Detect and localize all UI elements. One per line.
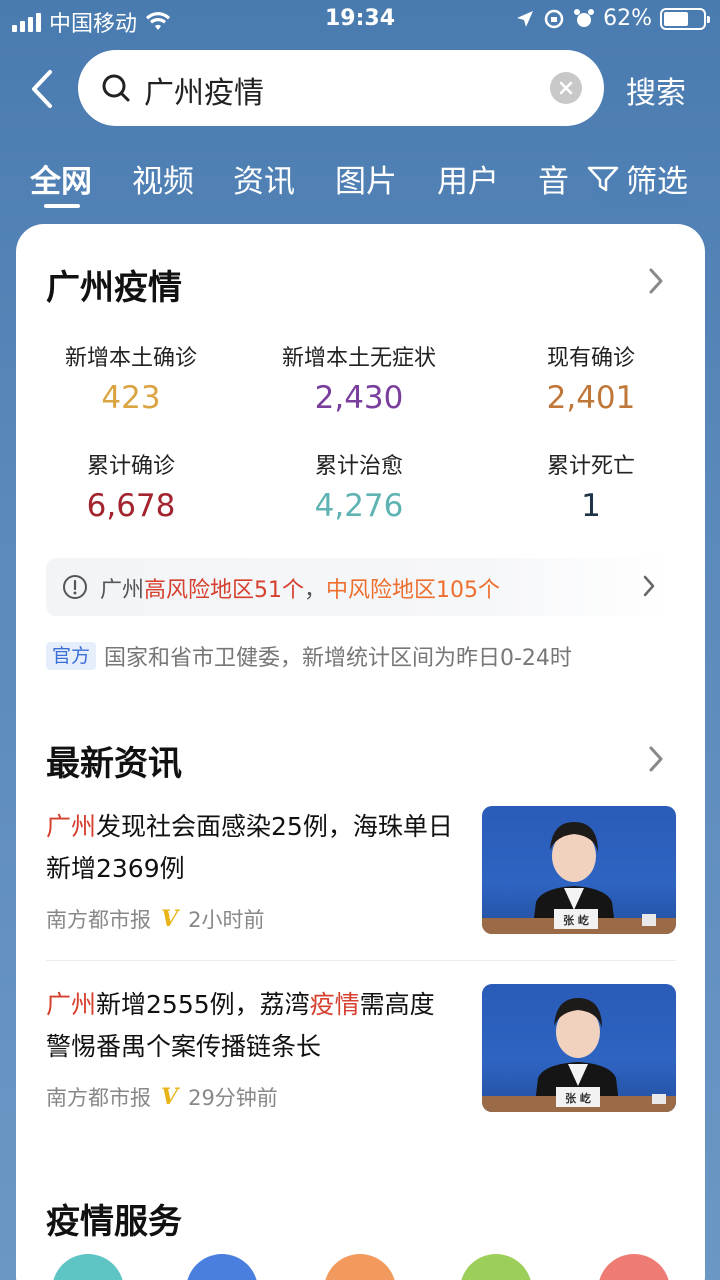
search-icon [102, 74, 130, 102]
stat-label: 新增本土确诊 [64, 346, 197, 371]
verified-icon: V [161, 1084, 179, 1110]
filter-label: 筛选 [626, 164, 688, 200]
divider [46, 960, 676, 961]
stat-label: 累计死亡 [546, 454, 635, 479]
news-title-text: 发现社会面感染25例，海珠单日新增2369例 [46, 812, 453, 883]
speaker-nameplate: 张 屹 [563, 914, 589, 927]
stat-label: 新增本土无症状 [281, 346, 436, 371]
news-source: 南方都市报 [46, 908, 151, 932]
news-time: 29分钟前 [188, 1086, 278, 1110]
stat-value: 423 [101, 380, 161, 416]
stat-value: 2,430 [314, 380, 404, 416]
clear-search-button[interactable] [550, 72, 582, 104]
rotation-lock-icon [544, 9, 564, 28]
chevron-right-icon[interactable] [646, 266, 666, 296]
news-title-highlight: 广州 [46, 812, 97, 841]
news-thumbnail: 张 屹 [482, 984, 676, 1112]
tab-all[interactable]: 全网 [30, 156, 92, 201]
service-icon[interactable] [460, 1254, 532, 1280]
search-tabs: 全网 视频 资讯 图片 用户 音 筛选 [0, 156, 720, 216]
services-section-title: 疫情服务 [46, 1202, 182, 1242]
chevron-right-icon [643, 575, 655, 597]
news-source: 南方都市报 [46, 1086, 151, 1110]
filter-button[interactable]: 筛选 [582, 156, 688, 201]
stat-label: 累计治愈 [314, 454, 403, 479]
speaker-nameplate: 张 屹 [565, 1092, 591, 1105]
verified-icon: V [161, 906, 179, 932]
service-icon[interactable] [324, 1254, 396, 1280]
service-icon[interactable] [598, 1254, 670, 1280]
news-title-text: 新增2555例，荔湾 [96, 990, 310, 1019]
active-tab-indicator [44, 204, 80, 208]
risk-separator: ， [304, 578, 327, 603]
tab-news[interactable]: 资讯 [233, 156, 295, 201]
high-risk-count: 高风险地区51个 [144, 578, 305, 603]
search-button[interactable]: 搜索 [626, 68, 686, 112]
risk-area-text: 广州高风险地区51个，中风险地区105个 [100, 572, 500, 604]
tab-users[interactable]: 用户 [437, 156, 499, 201]
news-section-title: 最新资讯 [46, 744, 182, 784]
risk-area-banner[interactable]: 广州高风险地区51个，中风险地区105个 [46, 558, 674, 616]
results-card: 广州疫情 新增本土确诊 423 新增本土无症状 2,430 现有确诊 2,401… [16, 224, 705, 1280]
news-item[interactable]: 广州新增2555例，荔湾疫情需高度警惕番禺个案传播链条长 南方都市报 V 29分… [46, 984, 676, 1116]
status-bar-right: 62% [515, 6, 710, 31]
battery-percent: 62% [603, 6, 652, 31]
news-item[interactable]: 广州发现社会面感染25例，海珠单日新增2369例 南方都市报 V 2小时前 张 … [46, 806, 676, 938]
service-icon[interactable] [52, 1254, 124, 1280]
stat-value: 1 [581, 488, 601, 524]
search-query: 广州疫情 [144, 76, 264, 111]
tab-images[interactable]: 图片 [335, 156, 397, 201]
data-source-note: 国家和省市卫健委，新增统计区间为昨日0-24时 [104, 646, 572, 671]
tab-video[interactable]: 视频 [132, 156, 194, 201]
official-badge: 官方 [46, 642, 97, 670]
stat-value: 2,401 [546, 380, 636, 416]
stat-value: 6,678 [86, 488, 176, 524]
service-icon[interactable] [186, 1254, 258, 1280]
news-meta: 南方都市报 V 2小时前 [46, 904, 264, 934]
risk-city: 广州 [100, 578, 145, 603]
status-bar: 中国移动 19:34 62% [0, 0, 720, 40]
news-time: 2小时前 [188, 908, 265, 932]
battery-icon [660, 7, 710, 30]
alarm-icon [574, 8, 595, 27]
info-icon [63, 575, 87, 599]
stat-label: 累计确诊 [86, 454, 175, 479]
filter-icon [587, 166, 619, 191]
news-title: 广州新增2555例，荔湾疫情需高度警惕番禺个案传播链条长 [46, 984, 456, 1068]
mid-risk-count: 中风险地区105个 [326, 578, 501, 603]
stat-value: 4,276 [314, 488, 404, 524]
news-thumbnail: 张 屹 [482, 806, 676, 934]
news-title-highlight: 疫情 [309, 990, 360, 1019]
search-input[interactable]: 广州疫情 [78, 50, 604, 126]
location-icon [517, 10, 534, 27]
stat-label: 现有确诊 [546, 346, 635, 371]
back-icon[interactable] [24, 64, 64, 114]
tab-music[interactable]: 音 [538, 156, 569, 201]
news-title: 广州发现社会面感染25例，海珠单日新增2369例 [46, 806, 456, 890]
close-icon [559, 81, 573, 95]
epidemic-title: 广州疫情 [46, 268, 182, 308]
news-title-highlight: 广州 [46, 990, 97, 1019]
news-meta: 南方都市报 V 29分钟前 [46, 1082, 278, 1112]
chevron-right-icon[interactable] [646, 744, 666, 774]
